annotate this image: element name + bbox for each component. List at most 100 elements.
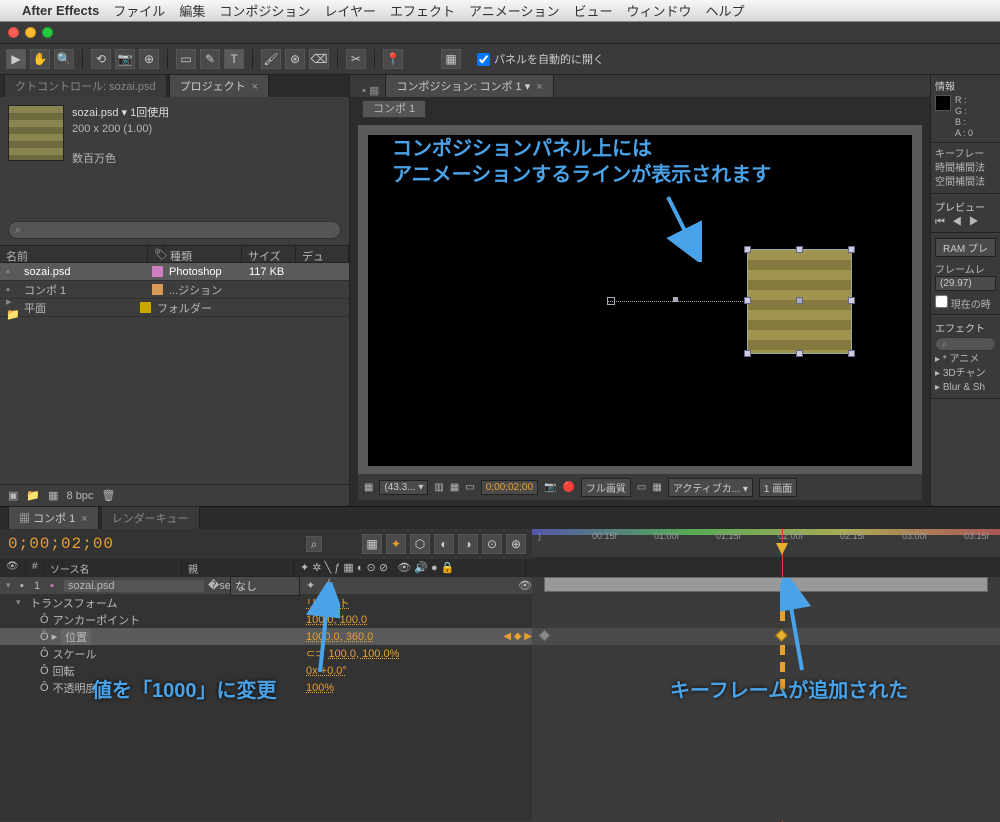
menu-effect[interactable]: エフェクト [390, 1, 455, 20]
col-dur[interactable]: デュ [296, 246, 349, 262]
col-type[interactable]: 種類 [164, 246, 242, 262]
resize-handle[interactable] [848, 246, 855, 253]
views-dropdown[interactable]: 1 画面 [759, 478, 797, 497]
col-number[interactable]: # [26, 559, 44, 577]
panel-auto-open-check[interactable]: パネルを自動的に開く [477, 51, 604, 67]
layer-bar[interactable] [544, 577, 988, 592]
preview-panel-title[interactable]: プレビュー [935, 199, 996, 214]
tab-effectcontrols[interactable]: クトコントロール: sozai.psd [4, 74, 167, 97]
orbit-tool[interactable]: ⟲ [91, 49, 111, 69]
layer-bounding-box[interactable] [747, 249, 852, 354]
mask-icon[interactable]: ▭ [465, 482, 474, 493]
rect-tool[interactable]: ▭ [176, 49, 196, 69]
camera-dropdown[interactable]: アクティブカ... ▾ [668, 478, 753, 497]
tl-search-icon[interactable]: ⌕ [306, 536, 322, 552]
workspace-icon[interactable]: ▦ [441, 49, 461, 69]
menu-help[interactable]: ヘルプ [706, 1, 745, 20]
project-row-solids[interactable]: ▸ 📁 平面 フォルダー [0, 299, 349, 317]
prop-anchor[interactable]: Ôアンカーポイント [0, 611, 300, 628]
tl-switch4[interactable]: ◐ [434, 534, 454, 554]
puppet-tool[interactable]: 📍 [383, 49, 403, 69]
eraser-tool[interactable]: ⌫ [309, 49, 329, 69]
bpc-toggle[interactable]: 8 bpc [67, 490, 94, 502]
timeline-tab-comp[interactable]: ▦ コンポ 1× [8, 506, 99, 529]
menu-window[interactable]: ウィンドウ [626, 1, 691, 20]
pan-behind-tool[interactable]: ⊕ [139, 49, 159, 69]
effect-folder[interactable]: ▸ Blur & Sh [935, 381, 996, 395]
zoom-button[interactable] [42, 27, 53, 38]
resize-handle[interactable] [796, 350, 803, 357]
ram-preview-button[interactable]: RAM プレ [935, 238, 996, 257]
framerate-dropdown[interactable]: (29.97) [935, 276, 996, 291]
col-name[interactable]: 名前 [0, 246, 148, 262]
trash-icon[interactable]: 🗑 [101, 489, 115, 502]
new-folder-icon[interactable]: 📁 [26, 489, 40, 502]
footage-thumbnail[interactable] [8, 105, 64, 161]
resize-handle[interactable] [744, 350, 751, 357]
tab-project[interactable]: プロジェクト× [169, 74, 269, 97]
anchor-point[interactable] [796, 297, 803, 304]
transform-group[interactable]: ▾トランスフォーム [0, 594, 300, 611]
project-row-comp[interactable]: ▪ コンポ 1 ...ジション [0, 281, 349, 299]
transparency-icon[interactable]: ▦ [652, 482, 661, 493]
comp-breadcrumb[interactable]: コンポ 1 [362, 100, 426, 118]
current-timecode[interactable]: 0;00;02;00 [8, 535, 114, 553]
resize-handle[interactable] [744, 246, 751, 253]
comp-tab[interactable]: コンポジション: コンポ 1 ▾× [385, 74, 553, 97]
resize-handle[interactable] [848, 297, 855, 304]
res-icon[interactable]: ▥ [434, 482, 443, 493]
resize-handle[interactable] [848, 350, 855, 357]
close-button[interactable] [8, 27, 19, 38]
info-panel-title[interactable]: 情報 [935, 78, 996, 93]
time-ruler[interactable]: ) 00:15f 01:00f 01:15f 02:00f 02:15f 03:… [532, 529, 1000, 557]
quality-dropdown[interactable]: フル画質 [581, 478, 631, 497]
snapshot-icon[interactable]: 📷 [544, 482, 556, 493]
keyframe-nav[interactable]: ◀ ◆ ▶ [503, 631, 532, 642]
col-parent[interactable]: 親 [182, 559, 294, 577]
channels-icon[interactable]: 🔴 [562, 482, 574, 493]
zoom-tool[interactable]: 🔍 [54, 49, 74, 69]
camera-tool[interactable]: 📷 [115, 49, 135, 69]
timeline-tab-render[interactable]: レンダーキュー [101, 506, 200, 529]
playback-controls[interactable]: ⏮ ◀ ▶ [935, 216, 996, 229]
resize-handle[interactable] [796, 246, 803, 253]
minimize-button[interactable] [25, 27, 36, 38]
text-tool[interactable]: T [224, 49, 244, 69]
prop-scale[interactable]: Ôスケール [0, 645, 300, 662]
zoom-dropdown[interactable]: (43.3... ▾ [379, 480, 428, 495]
menu-view[interactable]: ビュー [573, 1, 612, 20]
opacity-value[interactable]: 100% [306, 682, 334, 694]
resize-handle[interactable] [744, 297, 751, 304]
col-source[interactable]: ソース名 [44, 559, 182, 577]
selection-tool[interactable]: ▶ [6, 49, 26, 69]
keyframe-start[interactable] [538, 629, 551, 642]
tl-switch7[interactable]: ⊕ [506, 534, 526, 554]
grid-icon[interactable]: ▦ [364, 482, 373, 493]
comp-icon[interactable]: ▦ [48, 489, 58, 502]
pen-tool[interactable]: ✎ [200, 49, 220, 69]
effects-panel-title[interactable]: エフェクト [935, 320, 996, 335]
col-size[interactable]: サイズ [242, 246, 296, 262]
menu-layer[interactable]: レイヤー [324, 1, 376, 20]
roi-icon[interactable]: ▭ [637, 482, 646, 493]
menu-animation[interactable]: アニメーション [469, 1, 559, 20]
mac-menubar[interactable]: After Effects ファイル 編集 コンポジション レイヤー エフェクト… [0, 0, 1000, 22]
motion-path-kf[interactable] [673, 297, 678, 302]
tl-switch5[interactable]: ◑ [458, 534, 478, 554]
prop-rotation[interactable]: Ô回転 [0, 662, 300, 679]
layer-row[interactable]: ▾▪ 1 ▪ sozai.psd �set なし [0, 577, 300, 594]
tl-switch6[interactable]: ⊙ [482, 534, 502, 554]
menu-composition[interactable]: コンポジション [219, 1, 310, 20]
menubar-app[interactable]: After Effects [22, 3, 99, 18]
tl-switch3[interactable]: ⬡ [410, 534, 430, 554]
effects-search[interactable]: ⌕ [935, 337, 996, 351]
roto-tool[interactable]: ✂ [346, 49, 366, 69]
tl-switch1[interactable]: ▦ [362, 534, 382, 554]
brush-tool[interactable]: 🖌 [261, 49, 281, 69]
tl-switch2[interactable]: ✦ [386, 534, 406, 554]
interpret-icon[interactable]: ▣ [8, 489, 18, 502]
effect-folder[interactable]: ▸ 3Dチャン [935, 367, 996, 381]
project-row-sozai[interactable]: ▪ sozai.psd Photoshop 117 KB [0, 263, 349, 281]
menu-file[interactable]: ファイル [113, 1, 165, 20]
parent-dropdown[interactable]: なし [230, 576, 300, 596]
